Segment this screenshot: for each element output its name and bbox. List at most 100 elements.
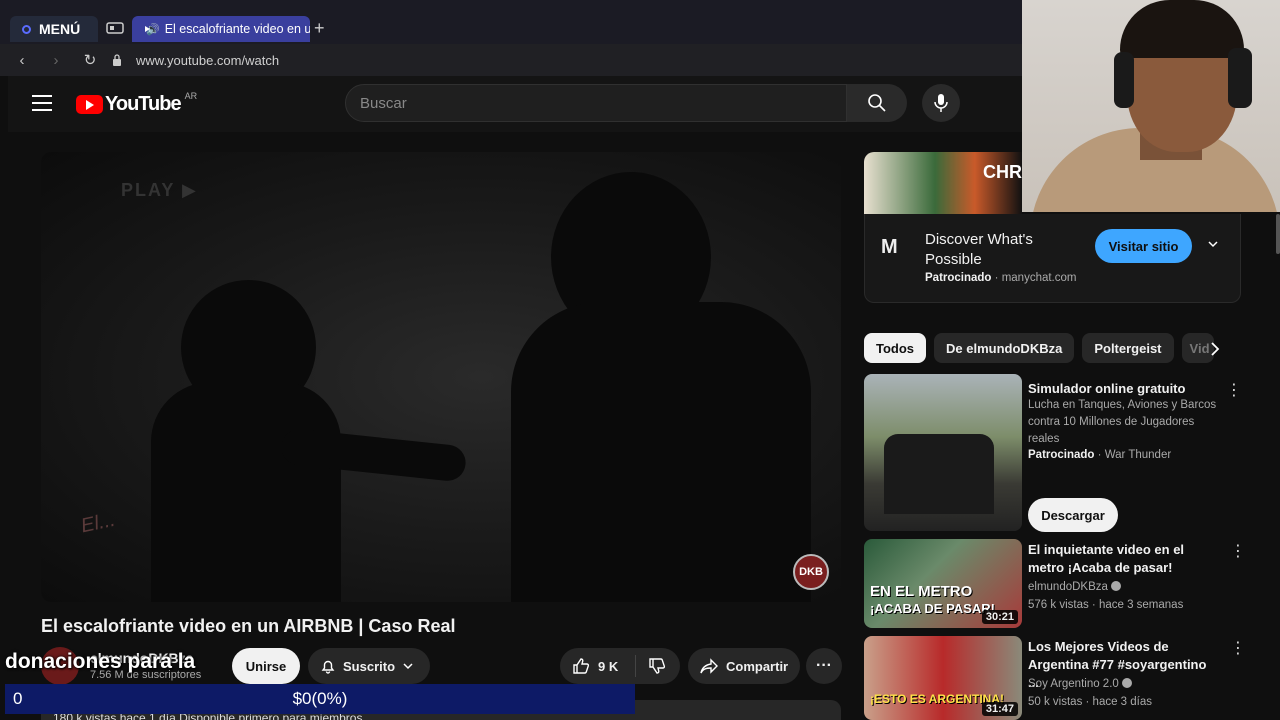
- thumbs-up-icon: [573, 658, 590, 674]
- url-text[interactable]: www.youtube.com/watch: [136, 53, 279, 68]
- address-bar: ‹ › ↻ www.youtube.com/watch: [0, 44, 1022, 76]
- visit-site-label: Visitar sitio: [1108, 238, 1179, 254]
- more-vert-icon[interactable]: ⋮: [1226, 380, 1242, 400]
- tab-title: El escalofriante video en un AIRBNB | Ca…: [164, 22, 310, 36]
- dislike-button[interactable]: [636, 657, 666, 675]
- cockpit-shape: [884, 434, 994, 514]
- browser-menu-button[interactable]: MENÚ: [10, 16, 98, 42]
- donation-progress-bar: $0(0%) 0: [5, 684, 635, 714]
- youtube-wordmark: YouTube: [105, 93, 182, 115]
- reload-icon[interactable]: ↻: [78, 51, 102, 69]
- share-label: Compartir: [726, 658, 789, 674]
- ad-domain: manychat.com: [1001, 272, 1077, 284]
- video-player[interactable]: PLAY ▶ El... DKB: [41, 152, 841, 602]
- rec-sponsor: Patrocinado · War Thunder: [1028, 449, 1172, 461]
- channel-watermark-logo[interactable]: DKB: [793, 554, 829, 590]
- microphone-icon: [934, 94, 948, 112]
- rec-sponsored-label: Patrocinado: [1028, 449, 1095, 461]
- like-button[interactable]: 9 K: [560, 655, 636, 677]
- tab-youtube[interactable]: 🔊 El escalofriante video en un AIRBNB | …: [132, 16, 310, 42]
- rec-stats: 50 k vistas · hace 3 días: [1028, 696, 1153, 708]
- list-item[interactable]: EN EL METRO ¡ACABA DE PASAR! 30:21 El in…: [864, 539, 1246, 629]
- ad-card[interactable]: M Discover What's Possible Patrocinado ·…: [864, 214, 1241, 303]
- join-button[interactable]: Unirse: [232, 648, 300, 684]
- tab-island-icon[interactable]: [106, 20, 124, 36]
- chip-poltergeist[interactable]: Poltergeist: [1082, 333, 1174, 363]
- silhouette-adult-body: [511, 302, 811, 602]
- video-title: El escalofriante video en un AIRBNB | Ca…: [41, 616, 456, 636]
- search-icon: [868, 94, 886, 112]
- visit-site-button[interactable]: Visitar sitio: [1095, 229, 1192, 263]
- watermark-text: DKB: [799, 566, 823, 578]
- browser-tabbar: MENÚ 🔊 El escalofriante video en un AIRB…: [0, 0, 1022, 44]
- more-vert-icon[interactable]: ⋮: [1230, 638, 1246, 658]
- chip-channel[interactable]: De elmundoDKBza: [934, 333, 1075, 363]
- rec-stats: 576 k vistas · hace 3 semanas: [1028, 599, 1184, 611]
- youtube-logo[interactable]: YouTube AR: [76, 90, 198, 116]
- chevron-down-icon[interactable]: [1207, 238, 1219, 250]
- manychat-logo-icon: M: [881, 236, 898, 258]
- video-thumbnail[interactable]: [864, 374, 1022, 531]
- rec-title[interactable]: El inquietante video en el metro ¡Acaba …: [1028, 541, 1218, 577]
- like-count: 9 K: [598, 658, 619, 674]
- more-icon: ···: [816, 657, 832, 674]
- join-label: Unirse: [245, 658, 287, 674]
- thumbs-down-icon: [649, 658, 666, 674]
- download-label: Descargar: [1041, 507, 1105, 523]
- lock-icon[interactable]: [112, 54, 122, 66]
- video-thumbnail[interactable]: ¡ESTO ES ARGENTINA! 31:47: [864, 636, 1022, 720]
- ad-banner-image[interactable]: CHR: [864, 152, 1022, 214]
- verified-icon: [1110, 581, 1121, 591]
- download-button[interactable]: Descargar: [1028, 498, 1118, 532]
- verified-icon: [1121, 678, 1132, 688]
- new-tab-icon[interactable]: +: [314, 18, 325, 39]
- more-vert-icon[interactable]: ⋮: [1230, 541, 1246, 561]
- headphone-left: [1114, 52, 1134, 108]
- search-placeholder: Buscar: [360, 94, 407, 112]
- rec-advertiser: War Thunder: [1104, 449, 1172, 461]
- rec-channel: elmundoDKBza: [1028, 579, 1124, 596]
- chip-todos[interactable]: Todos: [864, 333, 927, 363]
- search-button[interactable]: [847, 84, 907, 122]
- subscribe-label: Suscrito: [343, 658, 396, 674]
- like-dislike-group: 9 K: [560, 648, 680, 684]
- list-item[interactable]: Simulador online gratuito Lucha en Tanqu…: [864, 374, 1242, 534]
- browser-menu-label: MENÚ: [39, 21, 81, 37]
- filter-chips: Todos De elmundoDKBza Poltergeist Vid: [864, 333, 1214, 363]
- share-button[interactable]: Compartir: [688, 648, 800, 684]
- rec-title[interactable]: Simulador online gratuito: [1028, 380, 1218, 398]
- ad-banner-text: CHR: [983, 162, 1022, 182]
- thumb-text-1: EN EL METRO: [870, 583, 973, 600]
- sidebar-scrollbar[interactable]: [1276, 214, 1280, 254]
- webcam-overlay: [1022, 0, 1280, 212]
- opera-logo-icon: [22, 24, 31, 34]
- channel-watermark-left: El...: [78, 508, 118, 538]
- chevron-right-icon[interactable]: [1208, 340, 1222, 358]
- ad-subtitle: Patrocinado · manychat.com: [925, 272, 1077, 284]
- rec-channel-name[interactable]: elmundoDKBza: [1028, 581, 1108, 593]
- rec-channel-name[interactable]: Soy Argentino 2.0: [1028, 678, 1119, 690]
- share-icon: [700, 658, 718, 674]
- subscribe-button[interactable]: Suscrito: [308, 648, 430, 684]
- streamer-hair: [1120, 0, 1244, 58]
- hamburger-menu-icon[interactable]: [32, 95, 52, 116]
- video-duration: 31:47: [981, 702, 1018, 716]
- video-ghost-text: PLAY ▶: [121, 180, 198, 200]
- bell-icon: [321, 660, 335, 674]
- donation-progress-text: $0(0%): [292, 689, 348, 708]
- list-item[interactable]: ¡ESTO ES ARGENTINA! 31:47 Los Mejores Vi…: [864, 636, 1246, 720]
- headphone-right: [1228, 48, 1252, 108]
- rec-description: Lucha en Tanques, Aviones y Barcos contr…: [1028, 399, 1217, 445]
- voice-search-button[interactable]: [922, 84, 960, 122]
- donation-label: donaciones para la: [5, 650, 196, 673]
- chevron-down-icon: [403, 663, 413, 670]
- donation-amount: 0: [13, 689, 23, 708]
- country-code: AR: [184, 90, 198, 101]
- search-input[interactable]: Buscar: [345, 84, 847, 122]
- more-actions-button[interactable]: ···: [806, 648, 842, 684]
- video-thumbnail[interactable]: EN EL METRO ¡ACABA DE PASAR! 30:21: [864, 539, 1022, 628]
- back-icon[interactable]: ‹: [10, 52, 34, 69]
- rec-channel: Soy Argentino 2.0: [1028, 676, 1135, 693]
- ad-title[interactable]: Discover What's Possible: [925, 230, 1085, 270]
- forward-icon[interactable]: ›: [44, 52, 68, 69]
